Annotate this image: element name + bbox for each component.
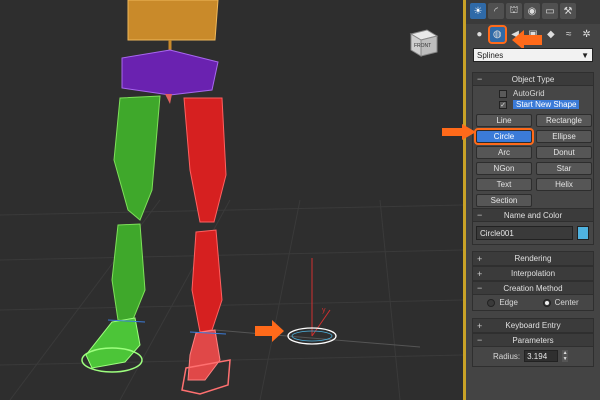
object-name-input[interactable]	[476, 226, 573, 240]
creation-method-rollout: − Creation Method Edge Center	[472, 281, 594, 311]
name-row	[473, 222, 593, 244]
text-button[interactable]: Text	[476, 178, 532, 191]
edge-radio-dot[interactable]	[487, 298, 496, 307]
y-axis-label: y	[322, 307, 326, 314]
object-type-title: Object Type	[511, 74, 555, 84]
viewcube-icon	[409, 29, 439, 57]
collapse-icon: −	[477, 335, 483, 345]
keyboard-entry-title: Keyboard Entry	[505, 321, 561, 330]
display-tab-icon[interactable]: ▭	[542, 3, 558, 19]
geometry-category-icon[interactable]: ●	[472, 27, 487, 42]
radius-label: Radius:	[493, 351, 521, 361]
object-type-header[interactable]: − Object Type	[473, 73, 593, 86]
expand-icon: +	[477, 268, 483, 279]
hierarchy-tab-icon[interactable]: ⛫	[506, 3, 522, 19]
torso-bone[interactable]	[127, 0, 219, 41]
rendering-title: Rendering	[514, 254, 552, 263]
line-button[interactable]: Line	[476, 114, 532, 127]
radius-spinner-icon[interactable]: ▲ ▼	[562, 350, 569, 362]
shape-buttons-grid: Line Rectangle Circle Ellipse Arc Donut …	[473, 110, 593, 211]
viewcube[interactable]: FRONT	[405, 24, 441, 60]
viewport-scene: y	[0, 0, 463, 400]
expand-icon: +	[477, 320, 483, 331]
command-panel: ☀ ◜ ⛫ ◉ ▭ ⚒ ● ◍ ◀ ▣ ◆ ≈ ✲ Splines ▼ − Ob…	[442, 0, 600, 400]
creation-method-title: Creation Method	[503, 283, 563, 293]
autogrid-checkbox[interactable]	[499, 89, 507, 98]
parameters-title: Parameters	[512, 335, 554, 345]
motion-tab-icon[interactable]: ◉	[524, 3, 540, 19]
edge-radio-label: Edge	[499, 298, 518, 307]
expand-icon: +	[477, 253, 483, 264]
systems-category-icon[interactable]: ✲	[579, 27, 594, 42]
star-button[interactable]: Star	[536, 162, 592, 175]
object-type-rollout: − Object Type AutoGrid ✓ Start New Shape…	[472, 72, 594, 212]
ellipse-button[interactable]: Ellipse	[536, 130, 592, 143]
create-tab-icon[interactable]: ☀	[470, 3, 486, 19]
utilities-tab-icon[interactable]: ⚒	[560, 3, 576, 19]
rendering-rollout: + Rendering	[472, 251, 594, 266]
autogrid-label: AutoGrid	[513, 89, 545, 98]
annotation-arrow-shapes	[512, 30, 542, 50]
interpolation-header[interactable]: + Interpolation	[473, 267, 593, 280]
center-radio-dot[interactable]	[542, 298, 551, 307]
pelvis-bone[interactable]	[121, 49, 219, 96]
pelvis-pivot	[165, 94, 172, 104]
center-radio[interactable]: Center	[542, 298, 579, 307]
circle-button[interactable]: Circle	[474, 128, 534, 145]
right-foot-bone[interactable]	[187, 329, 221, 381]
category-dropdown-value: Splines	[477, 50, 504, 60]
annotation-arrow-circle-button	[442, 124, 476, 140]
section-button[interactable]: Section	[476, 194, 532, 207]
left-thigh-bone[interactable]	[113, 95, 161, 221]
start-new-shape-row: ✓ Start New Shape	[473, 99, 593, 110]
rectangle-button[interactable]: Rectangle	[536, 114, 592, 127]
command-panel-tabs: ☀ ◜ ⛫ ◉ ▭ ⚒	[466, 0, 600, 24]
right-thigh-bone[interactable]	[183, 97, 227, 223]
helix-button[interactable]: Helix	[536, 178, 592, 191]
collapse-icon: −	[477, 74, 483, 84]
center-radio-label: Center	[554, 298, 579, 307]
y-axis-gizmo	[311, 309, 331, 337]
annotation-arrow-circle-object	[255, 320, 284, 342]
helpers-category-icon[interactable]: ◆	[543, 27, 558, 42]
parameters-header[interactable]: − Parameters	[473, 334, 593, 347]
creation-method-header[interactable]: − Creation Method	[473, 282, 593, 295]
spacewarps-category-icon[interactable]: ≈	[561, 27, 576, 42]
parameters-rollout: − Parameters Radius: ▲▼	[472, 333, 594, 367]
collapse-icon: −	[477, 210, 483, 220]
left-foot-bone[interactable]	[85, 317, 141, 369]
rendering-header[interactable]: + Rendering	[473, 252, 593, 265]
arc-button[interactable]: Arc	[476, 146, 532, 159]
interpolation-rollout: + Interpolation	[472, 266, 594, 281]
interpolation-title: Interpolation	[510, 269, 556, 278]
ngon-button[interactable]: NGon	[476, 162, 532, 175]
right-calf-bone[interactable]	[191, 229, 223, 333]
shapes-category-icon[interactable]: ◍	[487, 25, 507, 44]
collapse-icon: −	[477, 283, 483, 293]
keyboard-entry-rollout: + Keyboard Entry	[472, 318, 594, 333]
grid	[0, 199, 463, 400]
start-new-shape-button[interactable]: Start New Shape	[513, 100, 580, 109]
modify-tab-icon[interactable]: ◜	[488, 3, 504, 19]
keyboard-entry-header[interactable]: + Keyboard Entry	[473, 319, 593, 332]
radius-row: Radius: ▲▼	[473, 347, 593, 366]
category-dropdown[interactable]: Splines ▼	[473, 48, 593, 62]
perspective-viewport[interactable]: y FRONT	[0, 0, 463, 400]
creation-method-options: Edge Center	[473, 295, 593, 310]
start-new-shape-checkbox[interactable]: ✓	[499, 100, 507, 109]
radius-input[interactable]	[524, 350, 559, 362]
name-and-color-rollout: − Name and Color	[472, 208, 594, 245]
edge-radio[interactable]: Edge	[487, 298, 518, 307]
object-color-swatch[interactable]	[577, 226, 589, 240]
chevron-down-icon: ▼	[581, 50, 589, 60]
name-and-color-title: Name and Color	[503, 210, 563, 220]
name-and-color-header[interactable]: − Name and Color	[473, 209, 593, 222]
viewcube-face-label: FRONT	[414, 43, 432, 49]
donut-button[interactable]: Donut	[536, 146, 592, 159]
autogrid-row: AutoGrid	[473, 88, 593, 99]
